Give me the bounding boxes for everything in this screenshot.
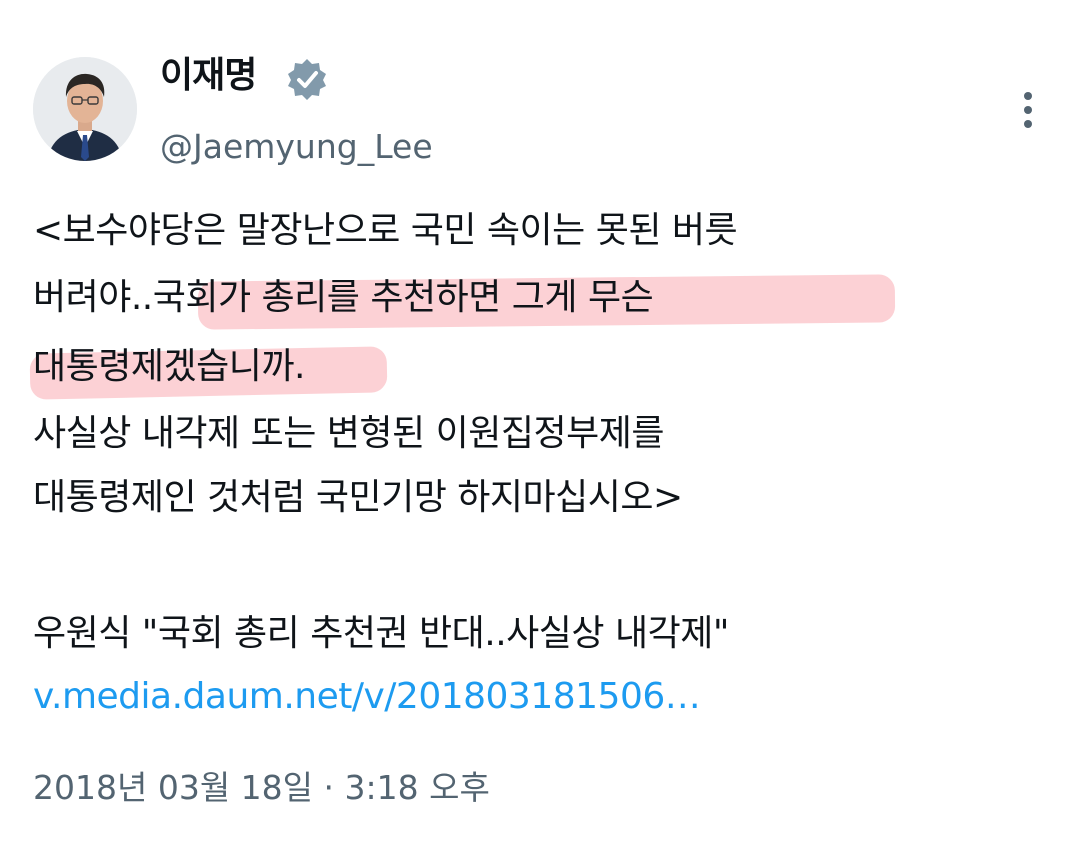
article-link[interactable]: v.media.daum.net/v/201803181506… [33, 663, 701, 731]
avatar[interactable] [33, 57, 137, 161]
portrait-avatar [33, 57, 137, 161]
tweet-text: 버려야.. [33, 277, 153, 318]
tweet-text-line: 버려야..국회가 총리를 추천하면 그게 무슨 [33, 264, 654, 332]
tweet-text: 대통령제인 것처럼 국민기망 하지마십시오> [33, 477, 683, 518]
tweet-text-line: <보수야당은 말장난으로 국민 속이는 못된 버릇 [33, 197, 738, 265]
tweet-text-line: 대통령제인 것처럼 국민기망 하지마십시오> [33, 464, 683, 532]
highlighted-text: 대통령제겠습니까. [33, 346, 305, 387]
tweet-text-line: 사실상 내각제 또는 변형된 이원집정부제를 [33, 400, 664, 468]
quoted-headline: 우원식 "국회 총리 추천권 반대..사실상 내각제" [33, 613, 729, 654]
verified-badge-icon [288, 59, 326, 100]
tweet-text: <보수야당은 말장난으로 국민 속이는 못된 버릇 [33, 210, 738, 251]
tweet-text-line: 대통령제겠습니까. [33, 333, 305, 401]
tweet-text: 사실상 내각제 또는 변형된 이원집정부제를 [33, 413, 664, 454]
user-handle[interactable]: @Jaemyung_Lee [160, 120, 433, 174]
display-name[interactable]: 이재명 [160, 46, 257, 106]
highlighted-text: 국회가 총리를 추천하면 그게 무슨 [152, 277, 654, 318]
more-vertical-icon[interactable] [1008, 88, 1048, 132]
tweet-timestamp[interactable]: 2018년 03월 18일 · 3:18 오후 [33, 758, 490, 818]
